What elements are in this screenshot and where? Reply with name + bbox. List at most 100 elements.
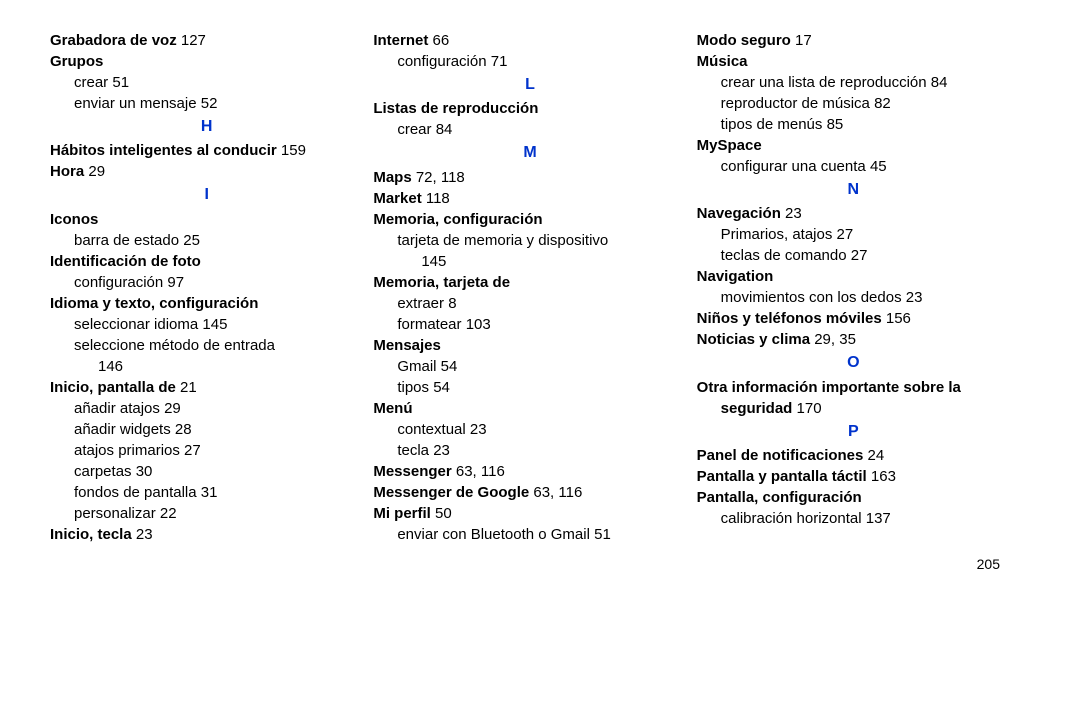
term: añadir atajos [74, 400, 160, 417]
term: crear [74, 74, 108, 91]
index-subentry-page: 145 [373, 251, 686, 272]
term: crear una lista de reproducción [721, 74, 927, 91]
index-entry: Noticias y clima 29, 35 [697, 329, 1010, 350]
index-entry: Mi perfil 50 [373, 503, 686, 524]
term: Primarios, atajos [721, 226, 833, 243]
page-ref: 84 [931, 74, 948, 91]
term: extraer [397, 295, 444, 312]
term: Mi perfil [373, 505, 431, 522]
index-subentry: reproductor de música 82 [697, 93, 1010, 114]
page-ref: 71 [491, 53, 508, 70]
index-subentry: barra de estado 25 [50, 230, 363, 251]
index-subentry-page: 146 [50, 356, 363, 377]
page-ref: 23 [470, 421, 487, 438]
index-entry: Messenger de Google 63, 116 [373, 482, 686, 503]
page-ref: 22 [160, 505, 177, 522]
term: formatear [397, 316, 461, 333]
index-subentry: enviar un mensaje 52 [50, 93, 363, 114]
term: Maps [373, 169, 411, 186]
term: teclas de comando [721, 247, 847, 264]
index-subentry: movimientos con los dedos 23 [697, 287, 1010, 308]
index-subentry: contextual 23 [373, 419, 686, 440]
term: Gmail [397, 358, 436, 375]
page-ref: 66 [433, 32, 450, 49]
column-1: Grabadora de voz 127 Grupos crear 51 env… [50, 30, 373, 545]
page-ref: 163 [871, 468, 896, 485]
index-subentry: añadir atajos 29 [50, 398, 363, 419]
index-subentry: configuración 97 [50, 272, 363, 293]
term: Niños y teléfonos móviles [697, 310, 882, 327]
term: Hora [50, 163, 84, 180]
index-subentry: configurar una cuenta 45 [697, 156, 1010, 177]
page-ref: 156 [886, 310, 911, 327]
column-3: Modo seguro 17 Música crear una lista de… [697, 30, 1020, 545]
page-ref: 23 [433, 442, 450, 459]
index-entry: Inicio, tecla 23 [50, 524, 363, 545]
page-ref: 170 [797, 400, 822, 417]
term: Pantalla y pantalla táctil [697, 468, 867, 485]
index-entry-cont: seguridad 170 [697, 398, 1010, 419]
page-ref: 72, 118 [416, 169, 465, 186]
term: personalizar [74, 505, 156, 522]
index-entry: Grupos [50, 51, 363, 72]
term: tipos de menús [721, 116, 823, 133]
page-ref: 17 [795, 32, 812, 49]
index-subentry: tipos 54 [373, 377, 686, 398]
page-ref: 63, 116 [456, 463, 505, 480]
index-entry: Inicio, pantalla de 21 [50, 377, 363, 398]
index-subentry: enviar con Bluetooth o Gmail 51 [373, 524, 686, 545]
page-ref: 27 [184, 442, 201, 459]
page-ref: 23 [785, 205, 802, 222]
page-ref: 45 [870, 158, 887, 175]
page-ref: 23 [136, 526, 153, 543]
index-subentry: seleccione método de entrada [50, 335, 363, 356]
index-subentry: carpetas 30 [50, 461, 363, 482]
index-entry: Pantalla, configuración [697, 487, 1010, 508]
index-entry: Messenger 63, 116 [373, 461, 686, 482]
page-ref: 51 [594, 526, 611, 543]
page-ref: 8 [448, 295, 456, 312]
page-ref: 21 [180, 379, 197, 396]
section-letter: H [50, 116, 363, 138]
page-ref: 27 [837, 226, 854, 243]
index-entry: Menú [373, 398, 686, 419]
index-subentry: crear 51 [50, 72, 363, 93]
page-ref: 24 [868, 447, 885, 464]
page-ref: 85 [827, 116, 844, 133]
index-subentry: Gmail 54 [373, 356, 686, 377]
term: contextual [397, 421, 465, 438]
index-entry: Hábitos inteligentes al conducir 159 [50, 140, 363, 161]
index-subentry: Primarios, atajos 27 [697, 224, 1010, 245]
index-subentry: extraer 8 [373, 293, 686, 314]
page-ref: 127 [181, 32, 206, 49]
index-entry: Modo seguro 17 [697, 30, 1010, 51]
term: movimientos con los dedos [721, 289, 902, 306]
term: configurar una cuenta [721, 158, 866, 175]
index-entry: MySpace [697, 135, 1010, 156]
term: reproductor de música [721, 95, 870, 112]
index-entry: Navegación 23 [697, 203, 1010, 224]
section-letter: N [697, 179, 1010, 201]
index-subentry: seleccionar idioma 145 [50, 314, 363, 335]
term: tipos [397, 379, 429, 396]
index-subentry: formatear 103 [373, 314, 686, 335]
index-columns: Grabadora de voz 127 Grupos crear 51 env… [50, 30, 1020, 545]
term: Messenger de Google [373, 484, 529, 501]
section-letter: M [373, 142, 686, 164]
page-ref: 30 [136, 463, 153, 480]
index-subentry: fondos de pantalla 31 [50, 482, 363, 503]
page-ref: 145 [202, 316, 227, 333]
page-ref: 54 [433, 379, 450, 396]
section-letter: P [697, 421, 1010, 443]
index-subentry: tecla 23 [373, 440, 686, 461]
index-entry: Internet 66 [373, 30, 686, 51]
index-entry: Niños y teléfonos móviles 156 [697, 308, 1010, 329]
term: atajos primarios [74, 442, 180, 459]
index-entry: Idioma y texto, configuración [50, 293, 363, 314]
index-subentry: personalizar 22 [50, 503, 363, 524]
term: Navegación [697, 205, 781, 222]
page-ref: 23 [906, 289, 923, 306]
page-ref: 159 [281, 142, 306, 159]
page-ref: 82 [874, 95, 891, 112]
term: configuración [74, 274, 163, 291]
